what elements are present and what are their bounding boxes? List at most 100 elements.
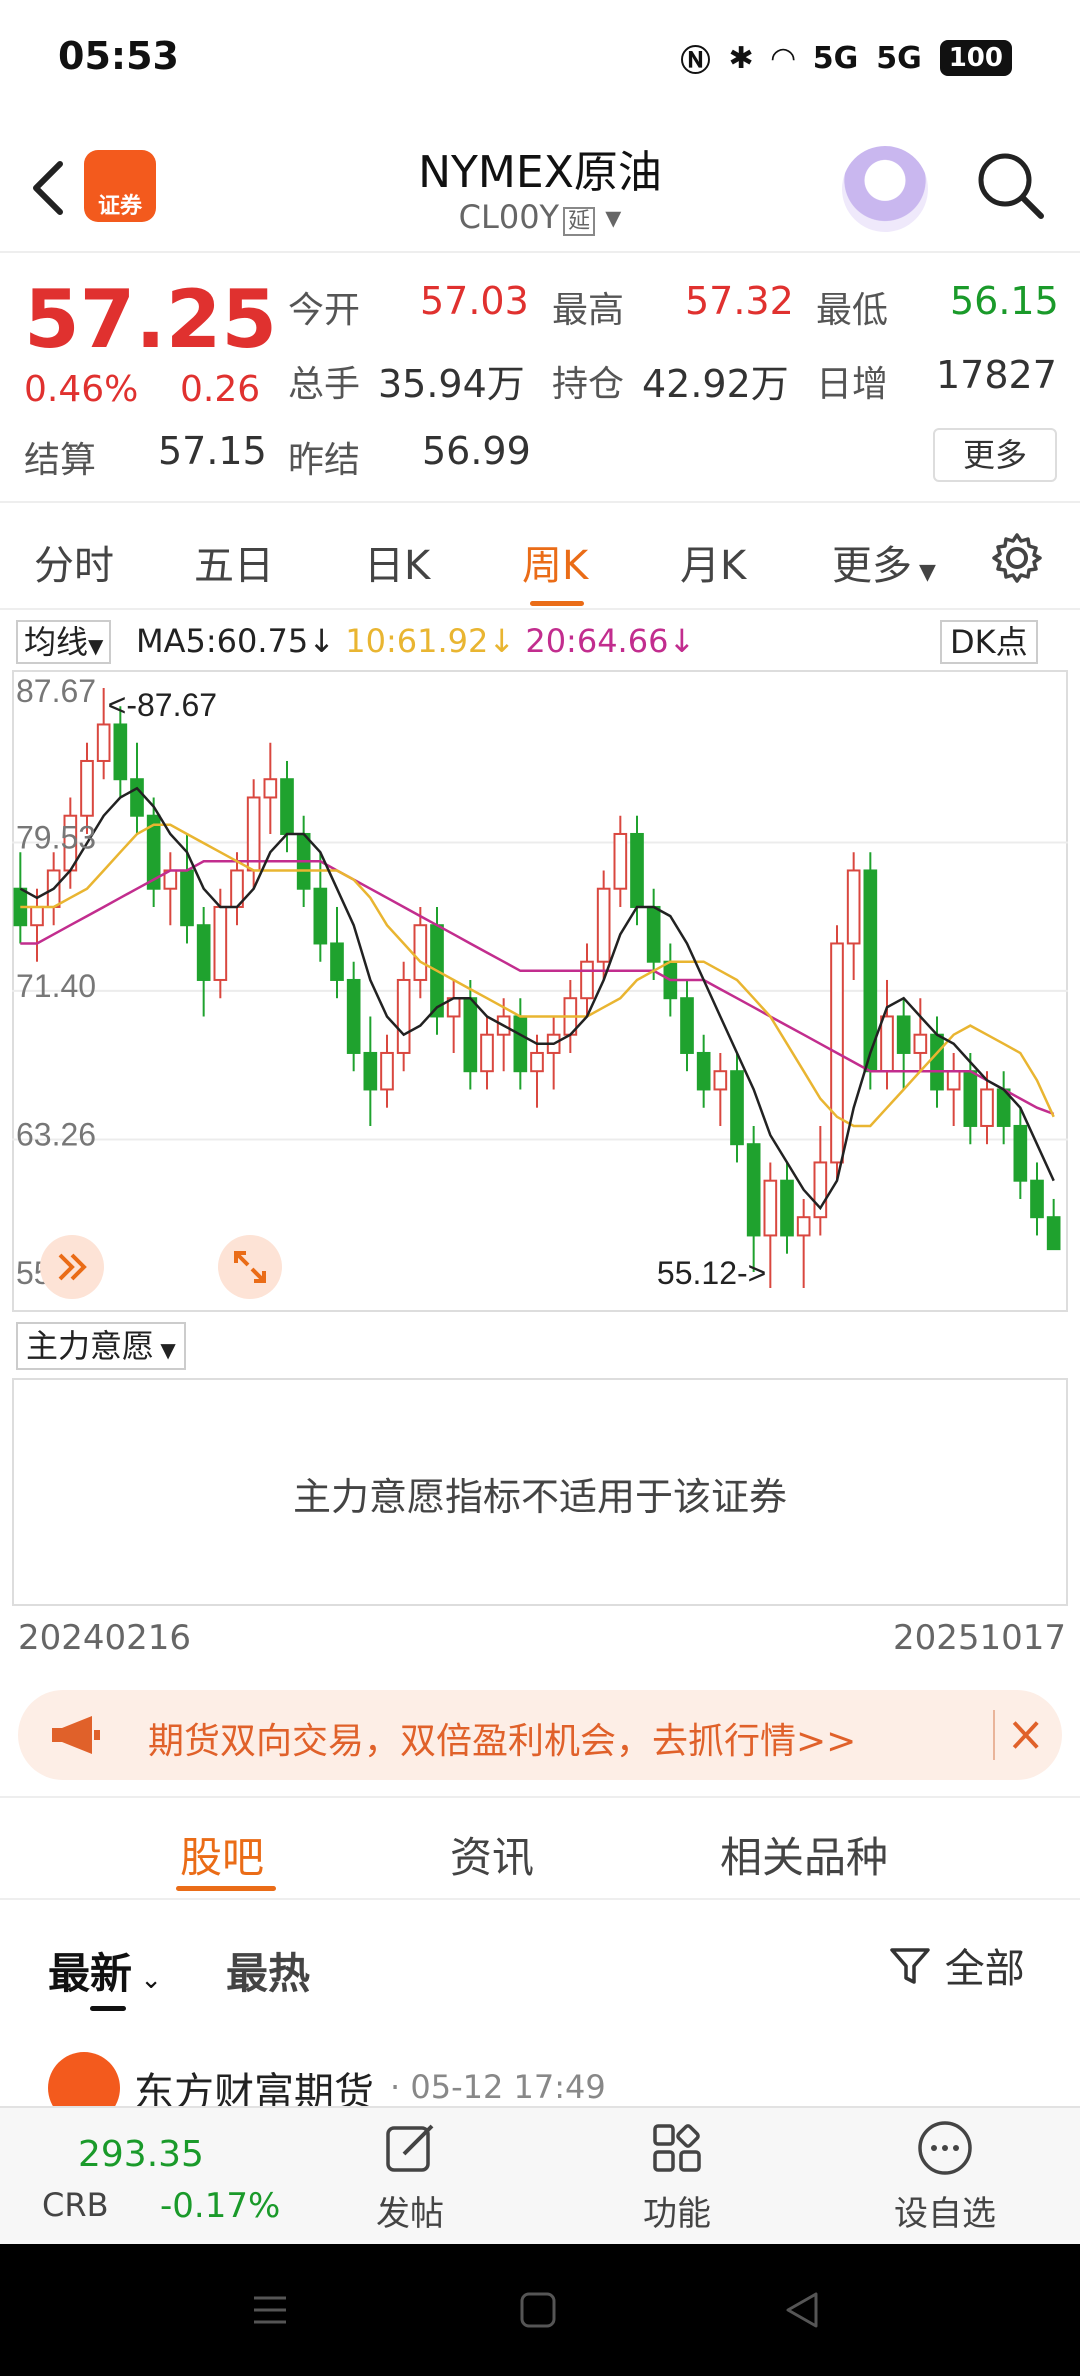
- gear-icon[interactable]: [990, 531, 1044, 585]
- sort-newest[interactable]: 最新 ⌄: [48, 1940, 162, 2001]
- candle-down: [1046, 1216, 1061, 1251]
- tab-daily-k[interactable]: 日K: [364, 533, 430, 591]
- chevron-down-icon: ▾: [595, 198, 622, 236]
- crb-change[interactable]: -0.17%: [160, 2186, 280, 2226]
- add-watchlist-button[interactable]: 设自选: [880, 2118, 1010, 2235]
- grid-icon: [653, 2124, 701, 2172]
- candle-down: [1030, 1179, 1044, 1219]
- filter-button[interactable]: 全部: [888, 1936, 1025, 1994]
- candle-up: [596, 887, 611, 963]
- tab-five-day[interactable]: 五日: [194, 533, 274, 591]
- promo-text: 期货双向交易，双倍盈利机会，去抓行情>>: [148, 1721, 857, 1762]
- ma-lines: [19, 786, 1055, 1211]
- search-icon[interactable]: [975, 150, 1045, 220]
- ma-values: MA5:60.75↓ 10:61.92↓ 20:64.66↓: [136, 622, 695, 660]
- candle-up: [613, 832, 628, 890]
- down-arrow-icon: ↓: [488, 622, 516, 660]
- home-icon[interactable]: [518, 2290, 558, 2330]
- content-tabs: 股吧 资讯 相关品种: [0, 1796, 1080, 1900]
- signal-5g-icon: 5G: [876, 40, 922, 76]
- daily-increase-value: 17827: [936, 353, 1057, 397]
- sort-hot[interactable]: 最热: [226, 1940, 310, 2001]
- low-label: 最低: [816, 290, 889, 331]
- chart-end-date: 20251017: [892, 1618, 1066, 1658]
- active-tab-indicator: [176, 1886, 276, 1891]
- tab-more-label: 更多: [832, 543, 912, 589]
- tab-forum[interactable]: 股吧: [180, 1824, 264, 1885]
- candle-up: [480, 1033, 494, 1073]
- volume-value: 35.94万: [378, 362, 525, 406]
- candle-up: [263, 778, 278, 799]
- tab-intraday[interactable]: 分时: [34, 533, 114, 591]
- indicator-message: 主力意愿指标不适用于该证券: [292, 1475, 787, 1519]
- crb-price[interactable]: 293.35: [78, 2134, 204, 2175]
- candle-down: [363, 1051, 378, 1091]
- triangle-down-icon: ▼: [154, 1338, 176, 1362]
- status-time: 05:53: [58, 34, 179, 78]
- change-percent: 0.46%: [24, 369, 139, 410]
- daily-increase-label: 日增: [816, 364, 889, 405]
- triangle-down-icon: ▼: [912, 560, 936, 585]
- assistant-avatar[interactable]: [842, 146, 928, 232]
- post-time: · 05-12 17:49: [390, 2068, 606, 2106]
- tab-monthly-k[interactable]: 月K: [680, 533, 746, 591]
- promo-banner[interactable]: 期货双向交易，双倍盈利机会，去抓行情>>: [18, 1690, 1062, 1780]
- down-arrow-icon: ↓: [668, 622, 696, 660]
- back-nav-icon[interactable]: [782, 2290, 822, 2330]
- candle-up: [396, 978, 411, 1054]
- add-watchlist-label: 设自选: [894, 2194, 996, 2234]
- menu-icon[interactable]: [250, 2290, 290, 2330]
- post-button[interactable]: 发帖: [345, 2118, 475, 2235]
- expand-panel-button[interactable]: [40, 1235, 104, 1299]
- down-arrow-icon: ↓: [308, 622, 336, 660]
- ma10-value: 10:61.92: [345, 622, 489, 660]
- candle-up: [413, 924, 428, 981]
- candle-down: [746, 1143, 761, 1237]
- ma5-line: [19, 786, 1055, 1211]
- tab-weekly-k[interactable]: 周K: [522, 533, 588, 591]
- change-amount: 0.26: [180, 369, 261, 410]
- more-quote-button[interactable]: 更多: [933, 428, 1057, 482]
- sort-newest-label: 最新: [48, 1949, 133, 1998]
- settle-value: 57.15: [158, 429, 267, 473]
- candle-down: [1013, 1124, 1028, 1182]
- chevron-down-icon: ⌄: [132, 1965, 163, 1995]
- tab-more[interactable]: 更多 ▼: [832, 533, 936, 591]
- candle-up: [246, 796, 261, 872]
- function-button[interactable]: 功能: [612, 2118, 742, 2235]
- fullscreen-button[interactable]: [218, 1235, 282, 1299]
- open-interest-label: 持仓: [552, 364, 625, 405]
- ma-legend: 均线▼ MA5:60.75↓ 10:61.92↓ 20:64.66↓ DK点: [0, 612, 1080, 666]
- candle-up: [763, 1179, 778, 1237]
- close-icon[interactable]: [993, 1710, 1043, 1760]
- candle-up: [713, 1070, 728, 1091]
- double-chevron-right-icon: [58, 1253, 87, 1281]
- candle-up: [796, 1216, 811, 1237]
- candle-down: [696, 1051, 711, 1091]
- dk-point-button[interactable]: DK点: [940, 620, 1038, 664]
- header: 证券 NYMEX原油 CL00Y 延 ▾: [0, 120, 1080, 253]
- battery-icon: 100: [939, 40, 1012, 76]
- nfc-icon: Ⓝ: [680, 44, 711, 79]
- high-value: 57.32: [685, 279, 794, 323]
- edit-icon: [386, 2124, 434, 2172]
- code-text: CL00Y: [458, 198, 560, 236]
- candle-down: [313, 887, 328, 945]
- candle-up: [96, 723, 111, 762]
- candle-down: [196, 924, 211, 981]
- tab-related[interactable]: 相关品种: [720, 1824, 888, 1885]
- open-value: 57.03: [420, 279, 529, 323]
- function-button-label: 功能: [643, 2194, 711, 2234]
- ma-selector[interactable]: 均线▼: [16, 620, 112, 664]
- tab-news[interactable]: 资讯: [450, 1824, 534, 1885]
- open-label: 今开: [288, 290, 361, 331]
- candle-down: [896, 1015, 911, 1054]
- candles: [13, 687, 1061, 1288]
- crb-label[interactable]: CRB: [42, 2186, 109, 2224]
- y-tick-label: 63.26: [16, 1116, 96, 1152]
- indicator-selector[interactable]: 主力意愿 ▼: [16, 1322, 186, 1370]
- wifi-icon: ◠: [771, 40, 795, 76]
- kline-chart[interactable]: 87.6779.5371.4063.2655.12<-87.6755.12->: [12, 670, 1068, 1312]
- candle-down: [963, 1070, 978, 1127]
- chart-start-date: 20240216: [18, 1618, 192, 1658]
